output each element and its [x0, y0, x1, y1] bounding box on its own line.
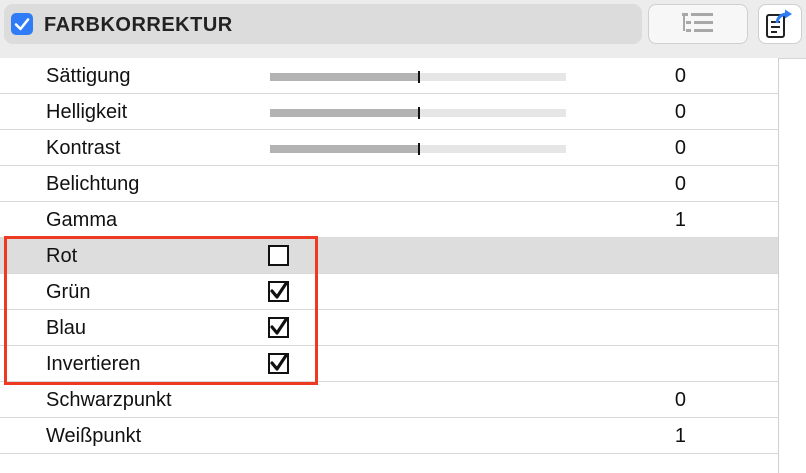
row-label: Grün [46, 281, 91, 303]
section-enable-checkbox[interactable] [11, 13, 33, 35]
list-view-button[interactable] [648, 4, 748, 44]
row-blau[interactable]: Blau [0, 310, 778, 346]
row-gruen[interactable]: Grün [0, 274, 778, 310]
checkmark-icon [14, 18, 30, 31]
row-value[interactable]: 0 [675, 172, 686, 196]
invertieren-checkbox[interactable] [268, 353, 289, 374]
helligkeit-slider[interactable] [270, 107, 566, 119]
row-label: Schwarzpunkt [46, 389, 172, 411]
row-label: Belichtung [46, 173, 140, 195]
row-rot[interactable]: Rot [0, 238, 778, 274]
row-gamma: Gamma 1 [0, 202, 778, 238]
slider-fill [270, 73, 418, 81]
kontrast-slider[interactable] [270, 143, 566, 155]
section-header[interactable]: FARBKORREKTUR [4, 4, 642, 44]
row-label: Kontrast [46, 137, 121, 159]
row-value[interactable]: 0 [675, 136, 686, 160]
row-label: Invertieren [46, 353, 141, 375]
slider-thumb[interactable] [418, 107, 420, 119]
tree-list-icon [682, 13, 713, 32]
row-label: Blau [46, 317, 87, 339]
row-label: Weißpunkt [46, 425, 142, 447]
rot-checkbox[interactable] [268, 245, 289, 266]
document-arrow-icon [766, 9, 792, 38]
panel-header: FARBKORREKTUR [0, 0, 806, 59]
row-value[interactable]: 1 [675, 208, 686, 232]
row-invertieren[interactable]: Invertieren [0, 346, 778, 382]
row-label: Rot [46, 245, 78, 267]
row-weisspunkt: Weißpunkt 1 [0, 418, 778, 454]
empty-row [0, 454, 778, 473]
row-schwarzpunkt: Schwarzpunkt 0 [0, 382, 778, 418]
slider-fill [270, 109, 418, 117]
row-value[interactable]: 0 [675, 100, 686, 124]
property-list: Sättigung 0 Helligkeit 0 Kontrast 0 Beli… [0, 58, 779, 473]
gruen-checkbox[interactable] [268, 281, 289, 302]
blau-checkbox[interactable] [268, 317, 289, 338]
row-value[interactable]: 1 [675, 424, 686, 448]
section-title: FARBKORREKTUR [44, 14, 233, 36]
row-kontrast: Kontrast 0 [0, 130, 778, 166]
saettigung-slider[interactable] [270, 71, 566, 83]
row-label: Gamma [46, 209, 118, 231]
preset-button[interactable] [758, 4, 802, 44]
row-value[interactable]: 0 [675, 64, 686, 88]
row-helligkeit: Helligkeit 0 [0, 94, 778, 130]
row-saettigung: Sättigung 0 [0, 58, 778, 94]
row-value[interactable]: 0 [675, 388, 686, 412]
slider-fill [270, 145, 418, 153]
slider-thumb[interactable] [418, 143, 420, 155]
slider-thumb[interactable] [418, 71, 420, 83]
row-label: Helligkeit [46, 101, 128, 123]
row-belichtung: Belichtung 0 [0, 166, 778, 202]
row-label: Sättigung [46, 65, 131, 87]
